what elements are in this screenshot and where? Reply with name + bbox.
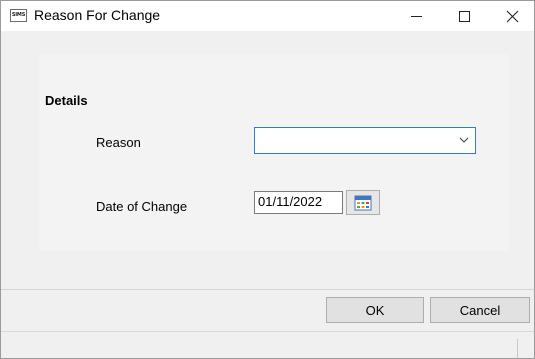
date-of-change-label: Date of Change [96, 199, 188, 214]
app-icon: SIMS [10, 9, 27, 22]
chevron-down-icon [459, 137, 469, 143]
ok-button[interactable]: OK [326, 297, 424, 323]
calendar-icon [354, 195, 372, 211]
title-bar[interactable]: SIMS Reason For Change [1, 1, 534, 31]
reason-dropdown[interactable] [254, 127, 476, 154]
resize-grip[interactable] [517, 339, 518, 358]
status-bar [1, 331, 534, 358]
minimize-button[interactable] [393, 1, 439, 31]
details-heading: Details [45, 93, 88, 108]
cancel-button[interactable]: Cancel [430, 297, 530, 323]
calendar-button[interactable] [346, 190, 380, 215]
close-icon [506, 10, 518, 22]
date-of-change-input[interactable]: 01/11/2022 [254, 191, 343, 214]
dialog-window: SIMS Reason For Change Details Reason Da… [0, 0, 535, 359]
reason-label: Reason [96, 135, 141, 150]
maximize-icon [458, 10, 470, 22]
close-button[interactable] [489, 1, 535, 31]
minimize-icon [410, 15, 422, 17]
window-title: Reason For Change [34, 7, 161, 23]
maximize-button[interactable] [441, 1, 487, 31]
